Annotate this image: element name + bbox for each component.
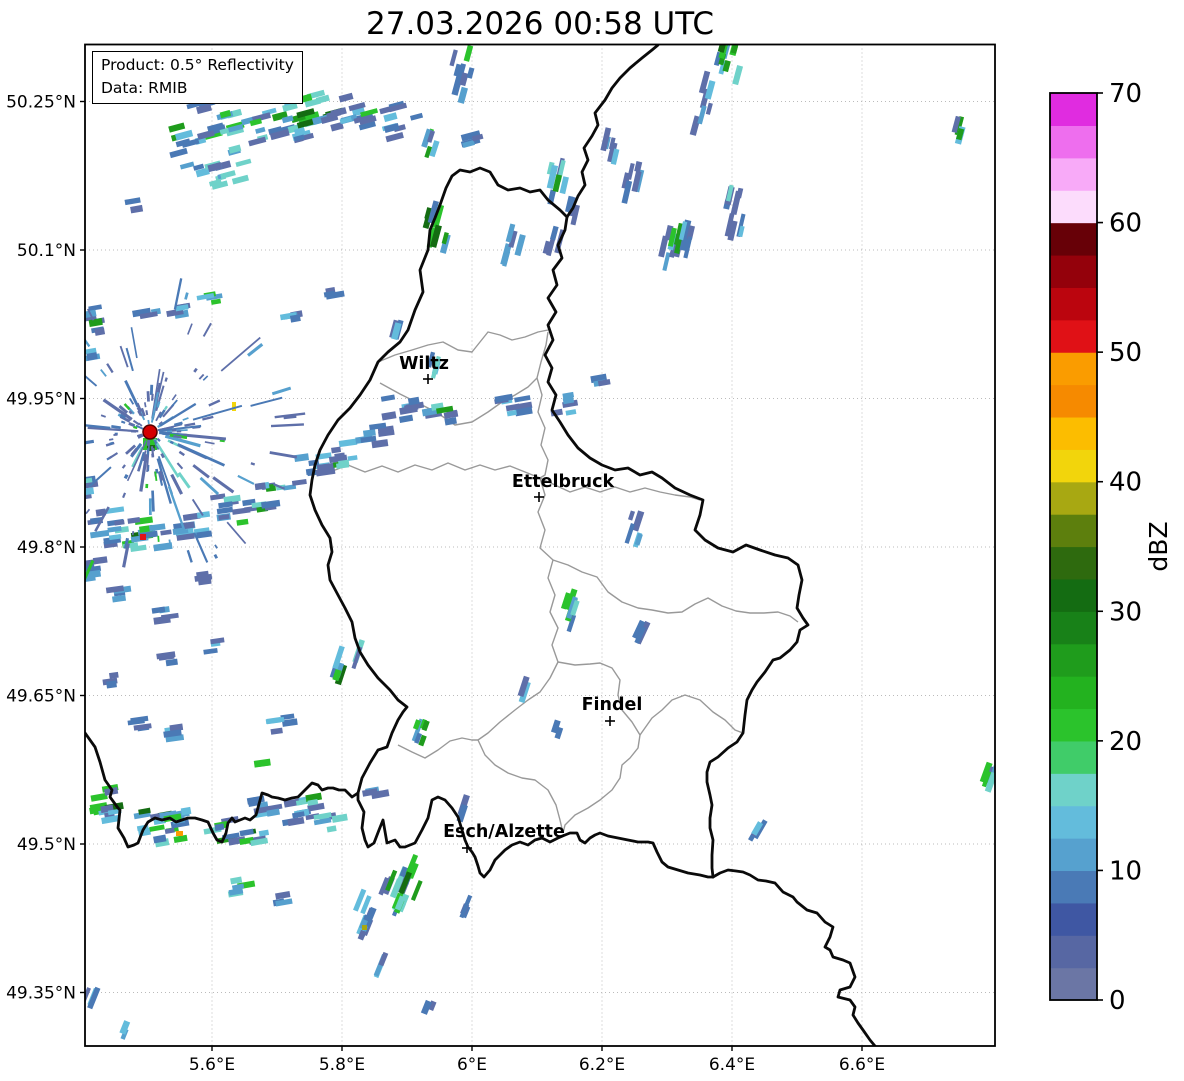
data-source-line: Data: RMIB bbox=[101, 78, 188, 97]
colorbar-segment bbox=[1050, 287, 1097, 321]
colorbar-segment bbox=[1050, 352, 1097, 386]
city-label-esch-alzette: Esch/Alzette bbox=[443, 822, 565, 842]
colorbar-tick-label: 50 bbox=[1109, 338, 1142, 368]
colorbar-tick-label: 60 bbox=[1109, 209, 1142, 239]
radar-map-canvas: WiltzEttelbruckFindelEsch/Alzette5.6°E 5.… bbox=[6, 43, 1173, 1075]
x-tick-label: 6.2°E bbox=[579, 1055, 625, 1075]
colorbar-segment bbox=[1050, 254, 1097, 288]
product-line: Product: 0.5° Reflectivity bbox=[101, 56, 294, 74]
x-tick-label: 6.4°E bbox=[709, 1055, 755, 1075]
district-borders bbox=[314, 329, 799, 834]
y-tick-label: 49.35°N bbox=[6, 984, 76, 1004]
radar-figure: 27.03.2026 00:58 UTC Product: 0.5° Refle… bbox=[0, 0, 1184, 1081]
product-info-box: Product: 0.5° Reflectivity Data: RMIB bbox=[92, 51, 303, 104]
colorbar-tick-label: 30 bbox=[1109, 597, 1142, 627]
country-borders bbox=[85, 44, 877, 1046]
city-marker bbox=[605, 716, 615, 726]
colorbar-segment bbox=[1050, 157, 1097, 191]
colorbar-segment bbox=[1050, 676, 1097, 710]
y-tick-label: 49.5°N bbox=[17, 835, 76, 855]
colorbar-segment bbox=[1050, 481, 1097, 515]
y-tick-label: 49.95°N bbox=[6, 390, 76, 410]
colorbar-segment bbox=[1050, 319, 1097, 353]
colorbar-segment bbox=[1050, 93, 1097, 126]
colorbar-segment bbox=[1050, 870, 1097, 904]
colorbar-segment bbox=[1050, 546, 1097, 580]
colorbar: 0 10 20 30 40 50 60 70 dBZ bbox=[1049, 79, 1173, 1016]
colorbar-segment bbox=[1050, 838, 1097, 872]
grid-lines bbox=[85, 44, 995, 1046]
colorbar-segment bbox=[1050, 416, 1097, 450]
colorbar-segment bbox=[1050, 611, 1097, 645]
colorbar-segment bbox=[1050, 514, 1097, 548]
x-tick-label: 5.6°E bbox=[189, 1055, 235, 1075]
colorbar-axis-label: dBZ bbox=[1144, 521, 1173, 571]
colorbar-tick-label: 10 bbox=[1109, 856, 1142, 886]
colorbar-tick-label: 20 bbox=[1109, 727, 1142, 757]
colorbar-segment bbox=[1050, 449, 1097, 483]
radar-site-marker bbox=[142, 424, 158, 440]
axes: 5.6°E 5.8°E 6°E 6.2°E 6.4°E 6.6°E 50.25°N 50.1°… bbox=[6, 43, 996, 1075]
y-tick-label: 49.65°N bbox=[6, 687, 76, 707]
colorbar-segment bbox=[1050, 935, 1097, 969]
colorbar-segment bbox=[1050, 190, 1097, 224]
colorbar-segment bbox=[1050, 805, 1097, 839]
x-tick-label: 6°E bbox=[457, 1055, 487, 1075]
colorbar-segment bbox=[1050, 902, 1097, 936]
colorbar-tick-label: 70 bbox=[1109, 79, 1142, 109]
city-label-ettelbruck: Ettelbruck bbox=[512, 472, 615, 492]
city-label-findel: Findel bbox=[582, 695, 643, 715]
x-tick-label: 5.8°E bbox=[319, 1055, 365, 1075]
y-tick-label: 49.8°N bbox=[17, 538, 76, 558]
y-tick-label: 50.25°N bbox=[6, 93, 76, 113]
colorbar-segment bbox=[1050, 708, 1097, 742]
y-tick-label: 50.1°N bbox=[17, 241, 76, 261]
colorbar-segment bbox=[1050, 740, 1097, 774]
colorbar-segment bbox=[1050, 773, 1097, 807]
colorbar-tick-label: 40 bbox=[1109, 468, 1142, 498]
colorbar-segment bbox=[1050, 967, 1097, 1001]
x-tick-label: 6.6°E bbox=[839, 1055, 885, 1075]
colorbar-tick-label: 0 bbox=[1109, 986, 1126, 1016]
city-label-wiltz: Wiltz bbox=[399, 354, 449, 374]
colorbar-segment bbox=[1050, 125, 1097, 159]
colorbar-segment bbox=[1050, 222, 1097, 256]
colorbar-segment bbox=[1050, 643, 1097, 677]
colorbar-segment bbox=[1050, 384, 1097, 418]
colorbar-segment bbox=[1050, 578, 1097, 612]
